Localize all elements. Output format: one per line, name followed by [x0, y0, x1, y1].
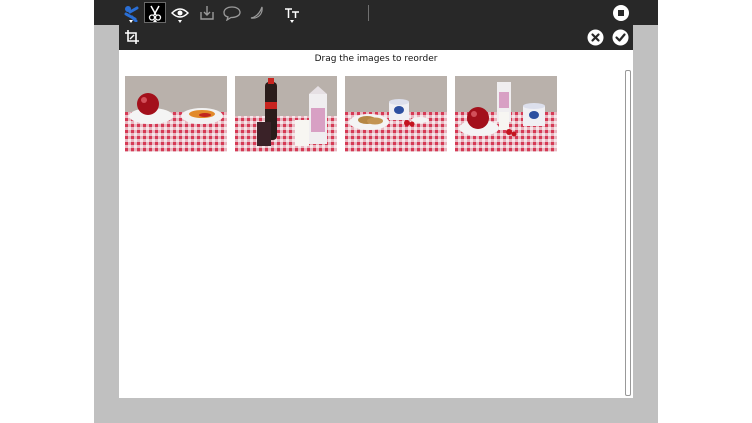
accept-icon[interactable] — [611, 28, 629, 46]
banana-icon[interactable] — [246, 2, 268, 23]
cancel-icon[interactable] — [586, 28, 604, 46]
apple-and-yogurt-image[interactable] — [455, 76, 557, 152]
cola-and-milk-image[interactable] — [235, 76, 337, 152]
main-toolbar — [94, 0, 658, 25]
view-icon[interactable] — [169, 2, 191, 23]
toolbar-separator — [368, 5, 369, 21]
speech-bubble-icon[interactable] — [221, 2, 243, 23]
import-icon[interactable] — [196, 2, 218, 23]
apple-and-fries-image[interactable] — [125, 76, 227, 152]
dialog-title: Drag the images to reorder — [314, 54, 438, 64]
cookies-and-yogurt-image[interactable] — [345, 76, 447, 152]
dialog-header — [119, 25, 633, 50]
crop-icon — [123, 28, 141, 46]
stop-icon[interactable] — [610, 2, 632, 23]
reorder-dialog: Drag the images to reorder — [119, 25, 633, 398]
text-size-icon[interactable] — [281, 2, 303, 23]
activity-icon[interactable] — [120, 2, 142, 23]
cut-icon[interactable] — [144, 2, 166, 23]
dialog-scrollbar[interactable] — [625, 70, 631, 396]
